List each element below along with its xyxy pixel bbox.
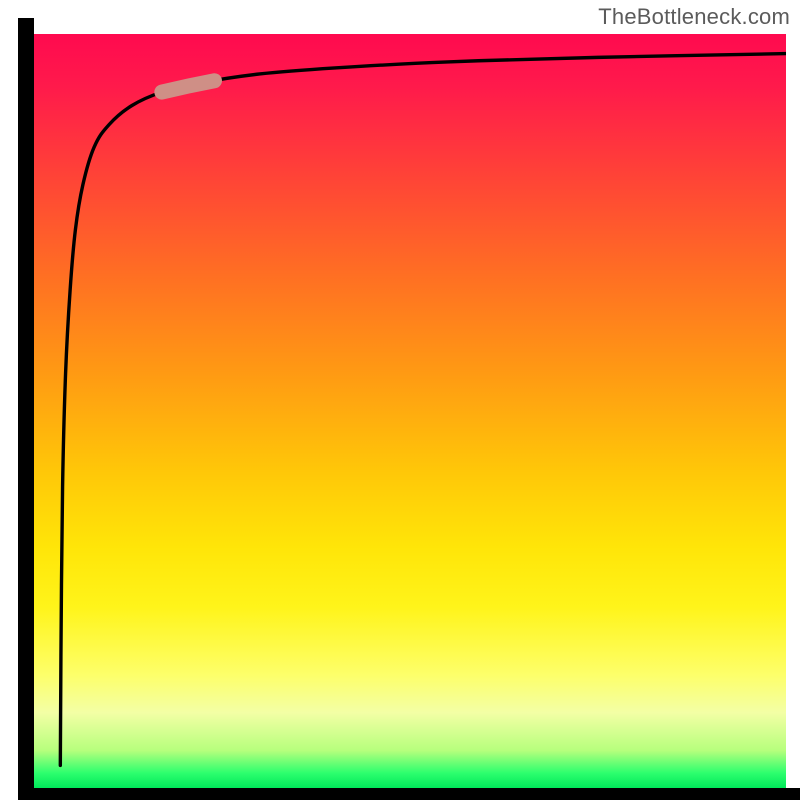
y-axis	[18, 18, 34, 800]
chart-frame: TheBottleneck.com	[0, 0, 800, 800]
x-axis	[18, 788, 800, 800]
attribution-text: TheBottleneck.com	[598, 4, 790, 30]
curve-layer	[34, 34, 786, 788]
curve-path	[60, 54, 786, 766]
highlight-path	[162, 81, 215, 92]
plot-area	[34, 34, 786, 788]
